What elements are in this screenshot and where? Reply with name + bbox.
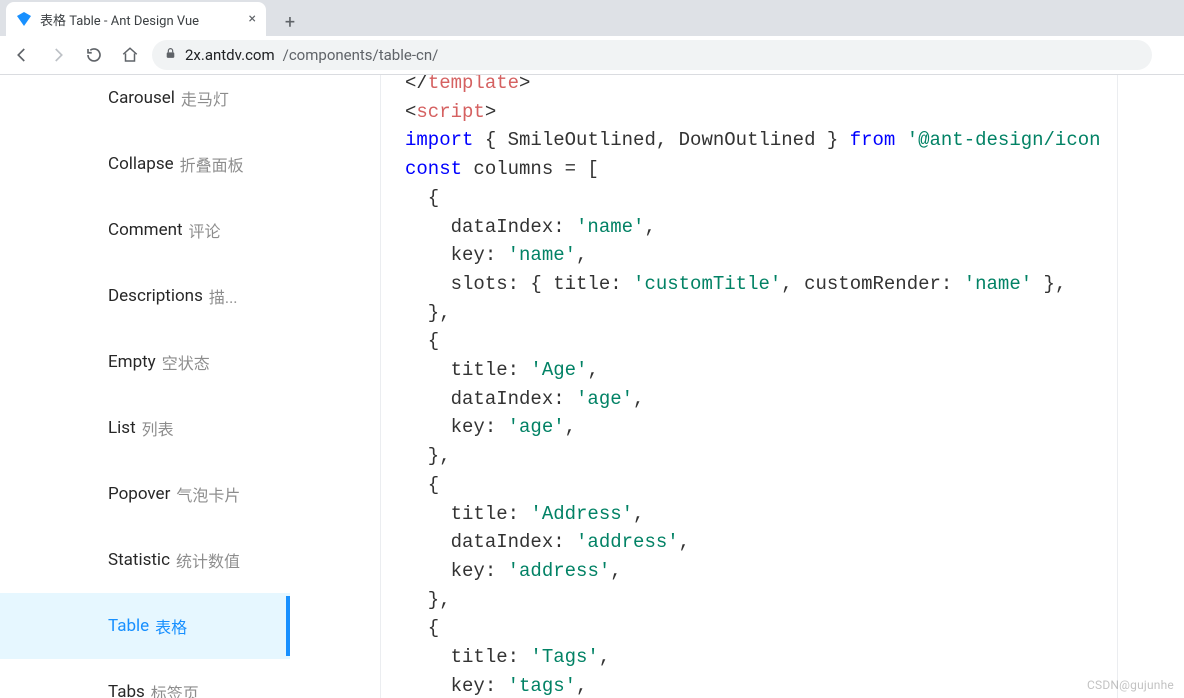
tab-strip: 表格 Table - Ant Design Vue × + bbox=[0, 0, 1184, 36]
page-body: Carousel走马灯 Collapse折叠面板 Comment评论 Descr… bbox=[0, 75, 1184, 698]
browser-chrome: 表格 Table - Ant Design Vue × + 2x.antdv.c… bbox=[0, 0, 1184, 75]
tab-close-icon[interactable]: × bbox=[249, 11, 256, 27]
lock-icon bbox=[164, 47, 177, 64]
sidebar-item-table[interactable]: Table表格 bbox=[0, 593, 290, 659]
back-button[interactable] bbox=[8, 41, 36, 69]
sidebar-item-descriptions[interactable]: Descriptions描... bbox=[0, 263, 290, 329]
tab-title: 表格 Table - Ant Design Vue bbox=[40, 10, 241, 29]
sidebar-item-tabs[interactable]: Tabs标签页 bbox=[0, 659, 290, 698]
sidebar-item-carousel[interactable]: Carousel走马灯 bbox=[0, 75, 290, 131]
address-bar[interactable]: 2x.antdv.com/components/table-cn/ bbox=[152, 40, 1152, 70]
browser-toolbar: 2x.antdv.com/components/table-cn/ bbox=[0, 36, 1184, 75]
content-area: </template> <script> import { SmileOutli… bbox=[290, 75, 1184, 698]
code-text: </template> <script> import { SmileOutli… bbox=[405, 75, 1093, 698]
home-button[interactable] bbox=[116, 41, 144, 69]
sidebar-item-popover[interactable]: Popover气泡卡片 bbox=[0, 461, 290, 527]
watermark: CSDN@gujunhe bbox=[1087, 678, 1174, 692]
new-tab-button[interactable]: + bbox=[276, 8, 304, 36]
sidebar: Carousel走马灯 Collapse折叠面板 Comment评论 Descr… bbox=[0, 75, 290, 698]
sidebar-item-collapse[interactable]: Collapse折叠面板 bbox=[0, 131, 290, 197]
favicon-icon bbox=[16, 11, 32, 27]
sidebar-item-empty[interactable]: Empty空状态 bbox=[0, 329, 290, 395]
sidebar-item-statistic[interactable]: Statistic统计数值 bbox=[0, 527, 290, 593]
code-block[interactable]: </template> <script> import { SmileOutli… bbox=[380, 75, 1118, 698]
reload-button[interactable] bbox=[80, 41, 108, 69]
sidebar-item-list[interactable]: List列表 bbox=[0, 395, 290, 461]
browser-tab[interactable]: 表格 Table - Ant Design Vue × bbox=[6, 2, 266, 36]
url-host: 2x.antdv.com bbox=[185, 46, 275, 64]
sidebar-item-comment[interactable]: Comment评论 bbox=[0, 197, 290, 263]
forward-button[interactable] bbox=[44, 41, 72, 69]
url-path: /components/table-cn/ bbox=[283, 46, 439, 64]
